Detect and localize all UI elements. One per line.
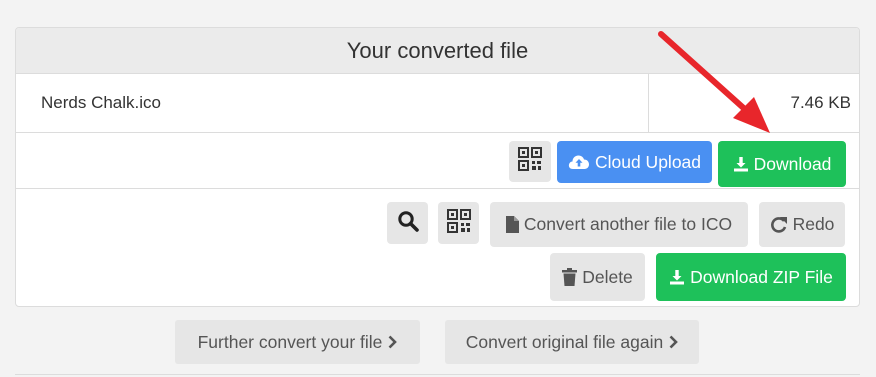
redo-button[interactable]: Redo: [759, 202, 845, 247]
file-row: Nerds Chalk.ico 7.46 KB: [16, 74, 859, 133]
download-icon: [669, 269, 685, 285]
delete-label: Delete: [582, 266, 633, 287]
qr-code-icon: [446, 208, 471, 238]
convert-another-label: Convert another file to ICO: [523, 214, 733, 234]
further-convert-label: Further convert your file: [197, 331, 383, 352]
further-convert-button[interactable]: Further convert your file: [175, 320, 420, 364]
redo-label: Redo: [792, 214, 835, 234]
chevron-right-icon: [669, 335, 679, 349]
qr-code-button-2[interactable]: [438, 202, 479, 244]
convert-another-button[interactable]: Convert another file to ICO: [490, 202, 748, 247]
download-zip-button[interactable]: Download ZIP File: [656, 253, 846, 301]
convert-original-label: Convert original file again: [465, 331, 664, 352]
download-zip-label: Download ZIP File: [690, 266, 833, 287]
search-icon: [397, 210, 419, 237]
divider: [15, 374, 860, 375]
redo-icon: [770, 216, 788, 234]
trash-icon: [562, 268, 578, 286]
converted-file-panel: Your converted file Nerds Chalk.ico 7.46…: [15, 27, 860, 307]
more-actions-row: Convert another file to ICO Redo Delete: [16, 189, 859, 306]
file-icon: [505, 216, 519, 233]
qr-code-icon: [518, 147, 542, 176]
cloud-upload-icon: [568, 153, 590, 171]
cloud-upload-button[interactable]: Cloud Upload: [557, 141, 712, 183]
search-button[interactable]: [387, 202, 428, 244]
file-name: Nerds Chalk.ico: [16, 74, 649, 132]
download-label: Download: [753, 153, 832, 174]
download-icon: [733, 156, 749, 172]
convert-original-button[interactable]: Convert original file again: [445, 320, 699, 364]
panel-title: Your converted file: [16, 28, 859, 74]
download-actions-row: Cloud Upload Download: [16, 133, 859, 189]
cloud-upload-label: Cloud Upload: [594, 151, 702, 172]
file-size: 7.46 KB: [790, 93, 852, 112]
chevron-right-icon: [388, 335, 398, 349]
delete-button[interactable]: Delete: [550, 253, 645, 301]
qr-code-button[interactable]: [509, 141, 551, 182]
download-button[interactable]: Download: [718, 141, 846, 187]
